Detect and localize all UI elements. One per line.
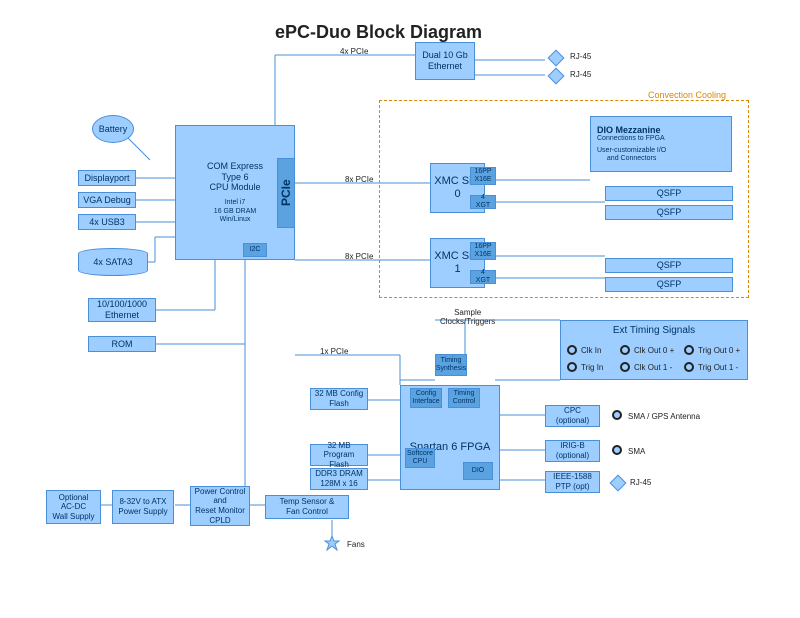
dio-block: DIO — [463, 462, 493, 480]
rj45-connector-icon — [548, 50, 565, 67]
clk-in-label: Clk In — [581, 346, 601, 355]
xmc1-x16-block: 16PP X16E — [470, 242, 496, 260]
pcie-bus-block: PCIe — [277, 158, 295, 228]
sma-gps-label: SMA / GPS Antenna — [628, 412, 700, 421]
cpc-optional-block: CPC (optional) — [545, 405, 600, 427]
xmc0-x4-block: 4 XGT — [470, 195, 496, 209]
convection-cooling-label: Convection Cooling — [648, 90, 726, 100]
rj45-connector-icon — [548, 68, 565, 85]
trig-out-connector-icon — [684, 362, 694, 372]
clk-out0-label: Clk Out 0 + — [634, 346, 674, 355]
battery-block: Battery — [92, 115, 134, 143]
config-interface-block: Config Interface — [410, 388, 442, 408]
displayport-block: Displayport — [78, 170, 136, 186]
mezz-desc: User-customizable I/O and Connectors — [597, 147, 666, 164]
sma-label: SMA — [628, 447, 645, 456]
temp-fan-control-block: Temp Sensor & Fan Control — [265, 495, 349, 519]
sample-clocks-label: Sample Clocks/Triggers — [440, 308, 495, 326]
qsfp-block: QSFP — [605, 186, 733, 201]
sma-connector-icon — [612, 445, 622, 455]
star-icon — [324, 535, 340, 551]
mezz-title: DIO Mezzanine — [597, 125, 661, 136]
cpu-label: COM Express Type 6 CPU Module — [207, 161, 263, 193]
rj45-label: RJ-45 — [570, 52, 591, 61]
page-title: ePC-Duo Block Diagram — [275, 22, 482, 43]
qsfp-block: QSFP — [605, 258, 733, 273]
timing-control-block: Timing Control — [448, 388, 480, 408]
wall-supply-block: Optional AC-DC Wall Supply — [46, 490, 101, 524]
trig-in-label: Trig In — [581, 363, 603, 372]
softcore-cpu-block: Softcore CPU — [405, 448, 435, 468]
ieee1588-ptp-block: IEEE-1588 PTP (opt) — [545, 471, 600, 493]
pcie-1x-label: 1x PCIe — [320, 347, 348, 356]
trig-out-connector-icon — [684, 345, 694, 355]
qsfp-block: QSFP — [605, 205, 733, 220]
ddr3-dram-block: DDR3 DRAM 128M x 16 — [310, 468, 368, 490]
fans-label: Fans — [347, 540, 365, 549]
dual-ethernet-block: Dual 10 Gb Ethernet — [415, 42, 475, 80]
mezz-sub: Connections to FPGA — [597, 135, 665, 143]
dio-mezzanine-block: DIO Mezzanine Connections to FPGA User-c… — [590, 116, 732, 172]
trig-in-connector-icon — [567, 362, 577, 372]
trig-out0-label: Trig Out 0 + — [698, 346, 740, 355]
clk-out-connector-icon — [620, 362, 630, 372]
rom-block: ROM — [88, 336, 156, 352]
qsfp-block: QSFP — [605, 277, 733, 292]
clk-in-connector-icon — [567, 345, 577, 355]
usb3-block: 4x USB3 — [78, 214, 136, 230]
clk-out-connector-icon — [620, 345, 630, 355]
config-flash-block: 32 MB Config Flash — [310, 388, 368, 410]
gigabit-ethernet-block: 10/100/1000 Ethernet — [88, 298, 156, 322]
pcie-4x-label: 4x PCIe — [340, 47, 368, 56]
timing-synthesis-block: Timing Synthesis — [435, 354, 467, 376]
rj45-connector-icon — [610, 475, 627, 492]
xmc0-x16-block: 16PP X16E — [470, 167, 496, 185]
power-control-cpld-block: Power Control and Reset Monitor CPLD — [190, 486, 250, 526]
pcie-8x-label: 8x PCIe — [345, 175, 373, 184]
trig-out1-label: Trig Out 1 - — [698, 363, 738, 372]
xmc1-x4-block: 4 XGT — [470, 270, 496, 284]
cpu-sub: Intel i7 16 GB DRAM Win/Linux — [214, 199, 256, 224]
ext-timing-title: Ext Timing Signals — [613, 325, 695, 337]
rj45-label: RJ-45 — [570, 70, 591, 79]
atx-supply-block: 8-32V to ATX Power Supply — [112, 490, 174, 524]
clk-out1-label: Clk Out 1 - — [634, 363, 672, 372]
program-flash-block: 32 MB Program Flash — [310, 444, 368, 466]
sata3-block: 4x SATA3 — [78, 248, 148, 276]
i2c-block: I2C — [243, 243, 267, 257]
vga-debug-block: VGA Debug — [78, 192, 136, 208]
rj45-label: RJ-45 — [630, 478, 651, 487]
pcie-8x-label: 8x PCIe — [345, 252, 373, 261]
irig-b-block: IRIG-B (optional) — [545, 440, 600, 462]
sma-gps-connector-icon — [612, 410, 622, 420]
